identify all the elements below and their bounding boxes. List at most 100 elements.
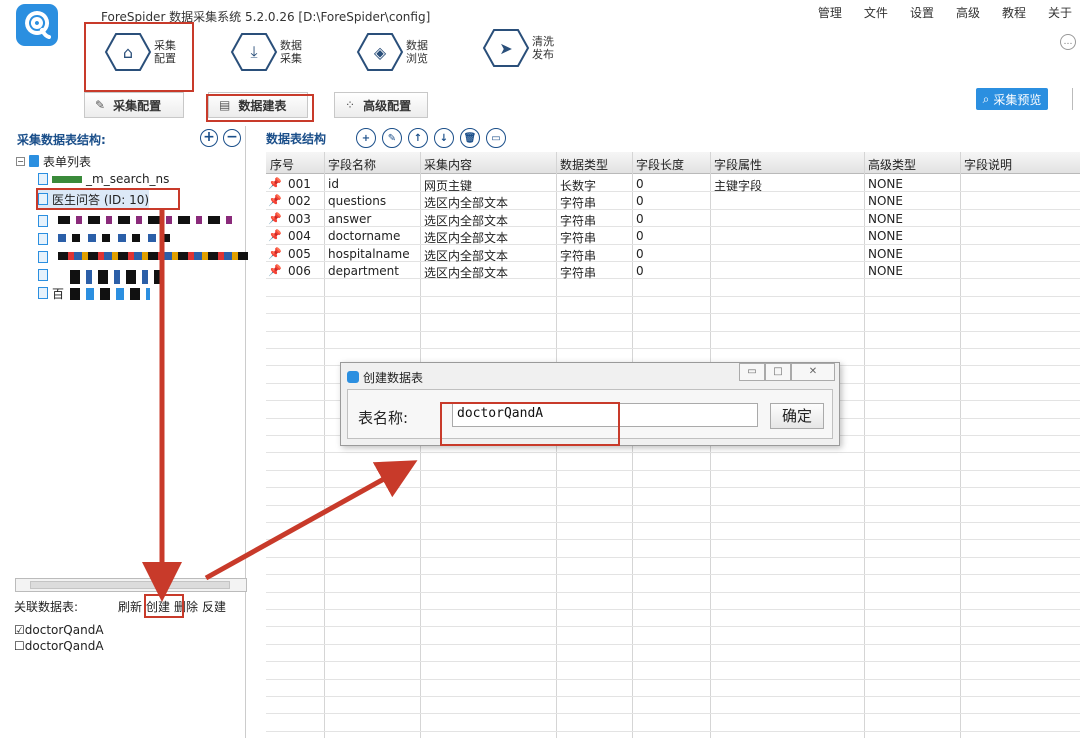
menu-tutorial[interactable]: 教程 <box>1002 4 1026 21</box>
refresh-link[interactable]: 刷新 <box>118 598 142 615</box>
pin-icon: 📌 <box>268 194 282 208</box>
table-cell[interactable]: 0 <box>636 194 644 208</box>
table-cell[interactable]: 选区内全部文本 <box>424 212 508 229</box>
table-cell[interactable]: id <box>328 177 339 191</box>
table-cell[interactable]: 004 <box>288 229 311 243</box>
delete-field-icon[interactable]: 🗑 <box>460 128 480 148</box>
table-cell[interactable]: 0 <box>636 264 644 278</box>
edit-icon: ✎ <box>95 98 106 112</box>
database-icon <box>29 155 39 167</box>
pin-icon: 📌 <box>268 264 282 277</box>
column-header[interactable]: 高级类型 <box>868 156 916 173</box>
checkbox-unchecked[interactable]: ☐ <box>14 639 25 653</box>
table-cell[interactable]: 长数字 <box>560 177 596 194</box>
menu-file[interactable]: 文件 <box>864 4 888 21</box>
horizontal-scrollbar[interactable] <box>15 578 247 592</box>
assoc-table-item[interactable]: ☐doctorQandA <box>14 638 104 654</box>
checkbox-checked[interactable]: ☑ <box>14 623 25 637</box>
close-icon[interactable]: ✕ <box>791 363 835 381</box>
tree-node[interactable]: _m_search_ns <box>38 170 169 188</box>
table-cell[interactable]: 字符串 <box>560 212 596 229</box>
column-header[interactable]: 数据类型 <box>560 156 608 173</box>
maximize-icon[interactable]: □ <box>765 363 791 381</box>
save-field-icon[interactable]: ▭ <box>486 128 506 148</box>
table-cell[interactable]: NONE <box>868 247 903 261</box>
table-cell[interactable]: NONE <box>868 229 903 243</box>
nav-data-collect[interactable]: ⤓ 数据 采集 <box>230 32 306 72</box>
table-cell[interactable]: 字符串 <box>560 229 596 246</box>
table-cell[interactable]: answer <box>328 212 371 226</box>
menu-manage[interactable]: 管理 <box>818 4 842 21</box>
tree-node[interactable] <box>38 230 48 248</box>
collapse-icon[interactable]: − <box>16 156 25 166</box>
table-icon <box>38 173 48 185</box>
assoc-tables-label: 关联数据表: <box>14 600 79 614</box>
table-cell[interactable]: 选区内全部文本 <box>424 247 508 264</box>
tree-node[interactable] <box>38 248 48 266</box>
ok-button[interactable]: 确定 <box>770 403 824 429</box>
table-cell[interactable]: 006 <box>288 264 311 278</box>
column-header[interactable]: 序号 <box>270 156 294 173</box>
table-icon <box>38 215 48 227</box>
table-cell[interactable]: NONE <box>868 194 903 208</box>
table-cell[interactable]: 001 <box>288 177 311 191</box>
send-icon: ➤ <box>499 38 513 58</box>
tree-node[interactable] <box>38 266 48 284</box>
collect-config-button[interactable]: ✎ 采集配置 <box>84 92 184 118</box>
table-cell[interactable]: 字符串 <box>560 264 596 281</box>
assoc-table-item[interactable]: ☑doctorQandA <box>14 622 104 638</box>
table-cell[interactable]: questions <box>328 194 386 208</box>
chat-icon[interactable]: … <box>1060 34 1076 50</box>
app-logo <box>16 4 58 46</box>
table-cell[interactable]: 003 <box>288 212 311 226</box>
add-field-icon[interactable]: + <box>356 128 376 148</box>
table-cell[interactable]: 0 <box>636 212 644 226</box>
rebuild-link[interactable]: 反建 <box>202 598 226 615</box>
table-cell[interactable]: 选区内全部文本 <box>424 194 508 211</box>
left-panel: 采集数据表结构: + − − 表单列表 _m_search_ns 医生问答 (I… <box>10 126 248 738</box>
tree-node[interactable] <box>38 212 48 230</box>
table-cell[interactable]: 网页主键 <box>424 177 472 194</box>
table-cell[interactable]: 0 <box>636 177 644 191</box>
tree-root[interactable]: − 表单列表 <box>16 152 91 170</box>
remove-node-button[interactable]: − <box>223 129 241 147</box>
table-cell[interactable]: 字符串 <box>560 194 596 211</box>
add-node-button[interactable]: + <box>200 129 218 147</box>
table-icon <box>38 233 48 245</box>
minimize-icon[interactable]: ▭ <box>739 363 765 381</box>
table-cell[interactable]: 002 <box>288 194 311 208</box>
move-down-icon[interactable]: ↓ <box>434 128 454 148</box>
nav-clean-publish[interactable]: ➤ 清洗 发布 <box>482 28 558 68</box>
table-cell[interactable]: doctorname <box>328 229 400 243</box>
nav-data-browse[interactable]: ◈ 数据 浏览 <box>356 32 432 72</box>
scroll-thumb[interactable] <box>30 581 230 589</box>
column-header[interactable]: 字段说明 <box>964 156 1012 173</box>
table-cell[interactable]: department <box>328 264 399 278</box>
tree-node[interactable]: 百 <box>38 284 64 302</box>
table-cell[interactable]: 选区内全部文本 <box>424 229 508 246</box>
table-cell[interactable]: 选区内全部文本 <box>424 264 508 281</box>
menu-advanced[interactable]: 高级 <box>956 4 980 21</box>
column-header[interactable]: 字段属性 <box>714 156 762 173</box>
table-cell[interactable]: hospitalname <box>328 247 410 261</box>
table-cell[interactable]: 0 <box>636 247 644 261</box>
table-cell[interactable]: NONE <box>868 212 903 226</box>
menu-settings[interactable]: 设置 <box>910 4 934 21</box>
table-cell[interactable]: NONE <box>868 177 903 191</box>
table-cell[interactable]: 0 <box>636 229 644 243</box>
table-cell[interactable]: 005 <box>288 247 311 261</box>
preview-button[interactable]: ⌕ 采集预览 <box>976 88 1048 110</box>
window-controls: ▭ □ ✕ <box>739 363 835 381</box>
column-header[interactable]: 采集内容 <box>424 156 472 173</box>
edit-field-icon[interactable]: ✎ <box>382 128 402 148</box>
advanced-config-button[interactable]: ⁘ 高级配置 <box>334 92 428 118</box>
table-cell[interactable]: 主键字段 <box>714 177 762 194</box>
redacted-block <box>58 216 238 224</box>
move-up-icon[interactable]: ↑ <box>408 128 428 148</box>
menu-about[interactable]: 关于 <box>1048 4 1072 21</box>
column-header[interactable]: 字段长度 <box>636 156 684 173</box>
column-header[interactable]: 字段名称 <box>328 156 376 173</box>
pin-icon: 📌 <box>268 211 282 225</box>
table-cell[interactable]: NONE <box>868 264 903 278</box>
table-cell[interactable]: 字符串 <box>560 247 596 264</box>
